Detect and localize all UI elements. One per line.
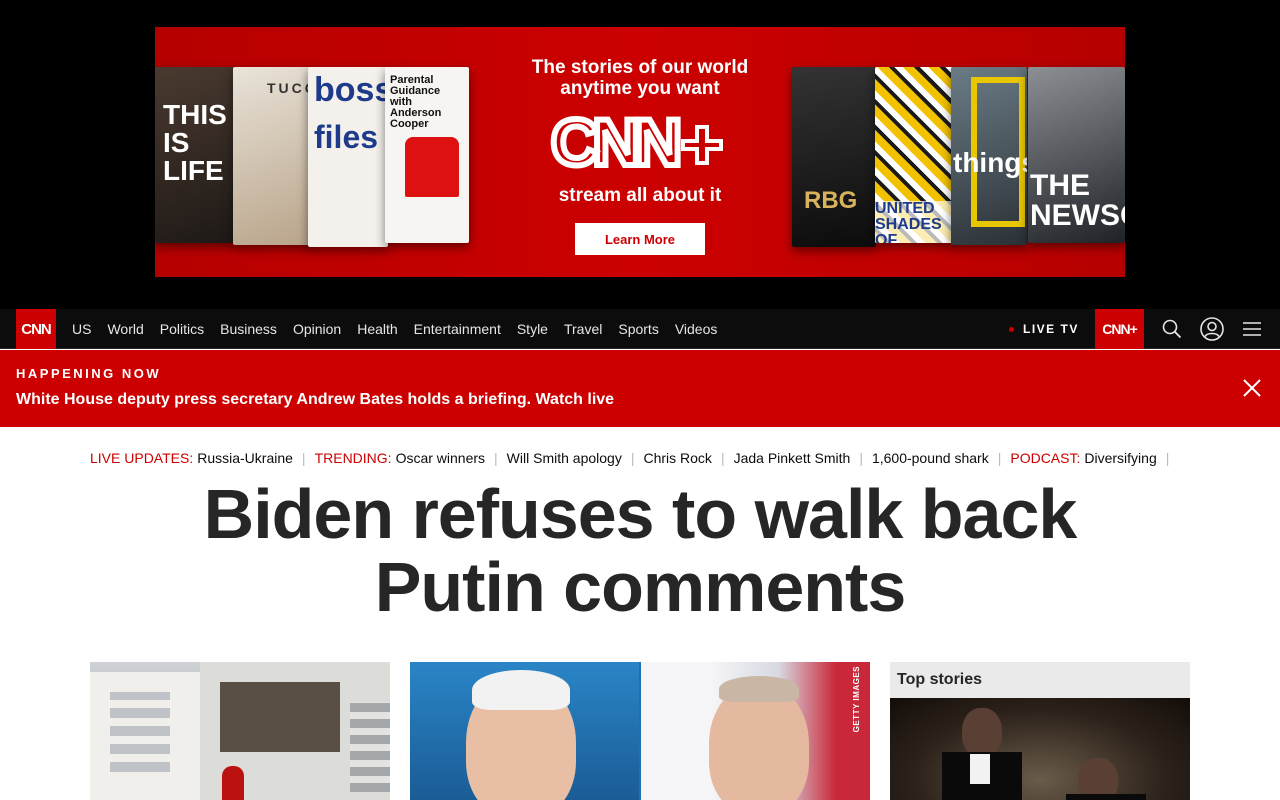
nav-link-videos[interactable]: Videos	[667, 321, 726, 337]
top-stories-panel: Top stories	[890, 662, 1190, 800]
learn-more-button[interactable]: Learn More	[575, 223, 705, 255]
svg-text:CNN: CNN	[551, 109, 678, 175]
trending-label: TRENDING:	[314, 450, 392, 466]
live-tv-link[interactable]: LIVE TV	[1009, 309, 1079, 349]
trending-bar: LIVE UPDATES: Russia-Ukraine | TRENDING:…	[90, 450, 1170, 466]
photo-credit: GETTY IMAGES	[852, 666, 861, 733]
nav-link-health[interactable]: Health	[349, 321, 405, 337]
nav-link-us[interactable]: US	[64, 321, 99, 337]
live-updates-label: LIVE UPDATES:	[90, 450, 194, 466]
cnn-plus-logo: CNN	[547, 109, 733, 175]
nav-link-business[interactable]: Business	[212, 321, 285, 337]
story-image-ukraine-building[interactable]	[90, 662, 390, 800]
cnn-plus-ad-banner[interactable]: THIS IS LIFE TUCCI bossfiles Parental Gu…	[155, 27, 1125, 277]
nav-link-style[interactable]: Style	[509, 321, 556, 337]
podcast-label: PODCAST:	[1010, 450, 1081, 466]
happening-now-text[interactable]: White House deputy press secretary Andre…	[16, 391, 614, 409]
poster-united-shades: UNITED SHADES OF AMERICA	[875, 67, 953, 243]
top-story-image[interactable]	[890, 698, 1190, 800]
trending-link[interactable]: 1,600-pound shark	[872, 450, 989, 466]
hamburger-menu-icon[interactable]	[1240, 317, 1264, 341]
ad-center: The stories of our world anytime you wan…	[515, 57, 765, 255]
top-stories-title: Top stories	[890, 662, 1190, 698]
cnn-logo[interactable]: CNN	[16, 309, 56, 349]
trending-link[interactable]: Jada Pinkett Smith	[734, 450, 851, 466]
poster-things: things	[951, 67, 1027, 245]
trending-link[interactable]: Oscar winners	[396, 450, 485, 466]
live-dot-icon	[1009, 326, 1014, 332]
headline-line-2: Putin comments	[374, 548, 907, 626]
story-image-biden-putin[interactable]: GETTY IMAGES	[410, 662, 870, 800]
trending-link-russia-ukraine[interactable]: Russia-Ukraine	[197, 450, 293, 466]
biden-photo	[410, 662, 639, 800]
nav-link-politics[interactable]: Politics	[152, 321, 212, 337]
happening-now-label: HAPPENING NOW	[16, 366, 162, 381]
trending-link[interactable]: Will Smith apology	[507, 450, 622, 466]
poster-rbg: RBG	[792, 67, 876, 247]
putin-photo	[641, 662, 870, 800]
headline-line-1: Biden refuses to walk back	[203, 475, 1078, 553]
search-icon[interactable]	[1160, 317, 1184, 341]
nav-links: US World Politics Business Opinion Healt…	[64, 309, 725, 349]
poster-boss-files: boss files	[308, 67, 388, 247]
cnn-plus-button[interactable]: CNN+	[1095, 309, 1144, 349]
live-tv-label: LIVE TV	[1023, 322, 1079, 336]
poster-parental-guidance: Parental Guidance with Anderson Cooper	[385, 67, 469, 243]
ad-area: THIS IS LIFE TUCCI bossfiles Parental Gu…	[0, 0, 1280, 309]
ad-subtitle: stream all about it	[558, 185, 722, 206]
happening-now-banner[interactable]: HAPPENING NOW White House deputy press s…	[0, 350, 1280, 427]
nav-link-world[interactable]: World	[99, 321, 151, 337]
nav-link-travel[interactable]: Travel	[556, 321, 610, 337]
ad-tagline: The stories of our world anytime you wan…	[531, 57, 749, 99]
close-icon[interactable]	[1240, 376, 1264, 400]
podcast-link[interactable]: Diversifying	[1084, 450, 1156, 466]
poster-the-newscast: THE NEWSCAST	[1028, 67, 1125, 243]
main-headline[interactable]: Biden refuses to walk back Putin comment…	[90, 478, 1190, 624]
main-nav: CNN US World Politics Business Opinion H…	[0, 309, 1280, 349]
trending-link[interactable]: Chris Rock	[643, 450, 711, 466]
nav-link-entertainment[interactable]: Entertainment	[406, 321, 509, 337]
account-icon[interactable]	[1200, 317, 1224, 341]
nav-link-sports[interactable]: Sports	[610, 321, 666, 337]
poster-this-is-life: THIS IS LIFE	[155, 67, 235, 243]
poster-tucci: TUCCI	[233, 67, 313, 245]
nav-link-opinion[interactable]: Opinion	[285, 321, 349, 337]
